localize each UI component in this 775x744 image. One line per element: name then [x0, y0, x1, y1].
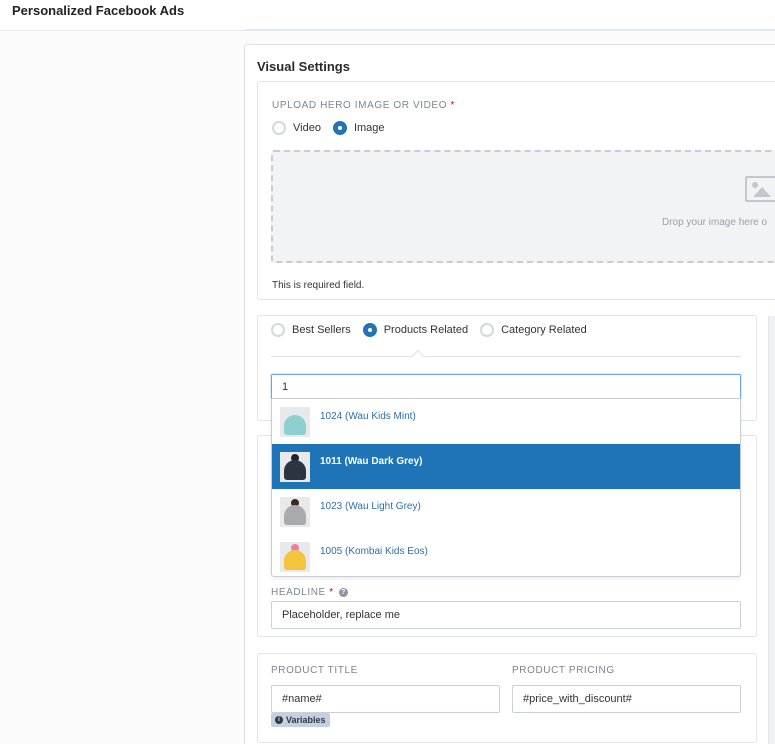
required-error: This is required field. [272, 280, 365, 291]
radio-best-sellers-label[interactable]: Best Sellers [292, 324, 351, 336]
product-pricing-value[interactable]: #price_with_discount# [523, 693, 632, 705]
headline-label: HEADLINE * ? [271, 587, 349, 598]
top-bar: Personalized Facebook Ads [0, 0, 775, 31]
radio-products-related[interactable]: Products Related [362, 323, 468, 337]
product-search-input[interactable]: 1 [271, 374, 741, 400]
dropdown-item[interactable]: 1023 (Wau Light Grey) [272, 489, 740, 534]
product-title-label: PRODUCT TITLE [271, 665, 358, 676]
product-results-dropdown: 1024 (Wau Kids Mint) 1011 (Wau Dark Grey… [271, 398, 741, 577]
right-scrollbar[interactable] [768, 316, 775, 744]
radio-video-label[interactable]: Video [293, 122, 321, 134]
product-thumbnail [280, 406, 310, 437]
dropdown-item[interactable]: 1024 (Wau Kids Mint) [272, 399, 740, 444]
radio-category-related-label[interactable]: Category Related [501, 324, 587, 336]
product-search-value[interactable]: 1 [282, 381, 288, 393]
product-thumbnail [280, 496, 310, 527]
dropdown-item-label[interactable]: 1011 (Wau Dark Grey) [320, 456, 422, 467]
product-title-input[interactable]: #name# [271, 685, 500, 713]
product-thumbnail [280, 541, 310, 572]
upload-label-text: UPLOAD HERO IMAGE OR VIDEO [272, 100, 448, 111]
dropdown-item[interactable]: 1005 (Kombai Kids Eos) [272, 534, 740, 579]
panel-title: Visual Settings [257, 59, 350, 74]
upload-label: UPLOAD HERO IMAGE OR VIDEO * [272, 100, 455, 111]
variables-badge[interactable]: i Variables [271, 713, 330, 727]
variables-badge-label[interactable]: Variables [286, 715, 326, 725]
products-divider [271, 356, 741, 357]
image-dropzone[interactable]: Drop your image here o [271, 150, 775, 263]
required-mark: * [450, 100, 455, 111]
radio-image-label[interactable]: Image [354, 122, 385, 134]
radio-image-circle[interactable] [332, 121, 347, 135]
radio-category-related[interactable]: Category Related [480, 323, 587, 337]
headline-input[interactable]: Placeholder, replace me [271, 601, 741, 629]
dropdown-item-label[interactable]: 1024 (Wau Kids Mint) [320, 411, 416, 422]
info-icon: i [275, 716, 283, 724]
header-accent-line [245, 29, 775, 31]
dropdown-item-label[interactable]: 1023 (Wau Light Grey) [320, 501, 421, 512]
radio-best-sellers-circle[interactable] [271, 323, 285, 337]
radio-best-sellers[interactable]: Best Sellers [271, 323, 351, 337]
help-icon[interactable]: ? [339, 588, 349, 597]
dropzone-text: Drop your image here o [662, 217, 768, 228]
product-pricing-input[interactable]: #price_with_discount# [512, 685, 741, 713]
headline-label-text: HEADLINE [271, 587, 326, 598]
product-source-radios: Best Sellers Products Related Category R… [271, 323, 599, 337]
radio-video-circle[interactable] [272, 121, 286, 135]
radio-video[interactable]: Video [272, 121, 321, 135]
page-title: Personalized Facebook Ads [12, 3, 185, 18]
product-thumbnail [280, 451, 310, 482]
media-type-radios: Video Image [272, 121, 397, 135]
radio-products-related-circle[interactable] [362, 323, 377, 337]
dropdown-item-label[interactable]: 1005 (Kombai Kids Eos) [320, 546, 428, 557]
dropdown-item-highlighted[interactable]: 1011 (Wau Dark Grey) [272, 444, 740, 489]
required-mark: * [329, 587, 334, 598]
headline-value[interactable]: Placeholder, replace me [282, 609, 400, 621]
radio-image[interactable]: Image [332, 121, 385, 135]
product-pricing-label: PRODUCT PRICING [512, 665, 615, 676]
product-title-value[interactable]: #name# [282, 693, 322, 705]
image-placeholder-icon [745, 176, 775, 202]
radio-products-related-label[interactable]: Products Related [384, 324, 468, 336]
radio-category-related-circle[interactable] [480, 323, 495, 337]
upload-card: UPLOAD HERO IMAGE OR VIDEO * Video Image… [257, 81, 775, 300]
